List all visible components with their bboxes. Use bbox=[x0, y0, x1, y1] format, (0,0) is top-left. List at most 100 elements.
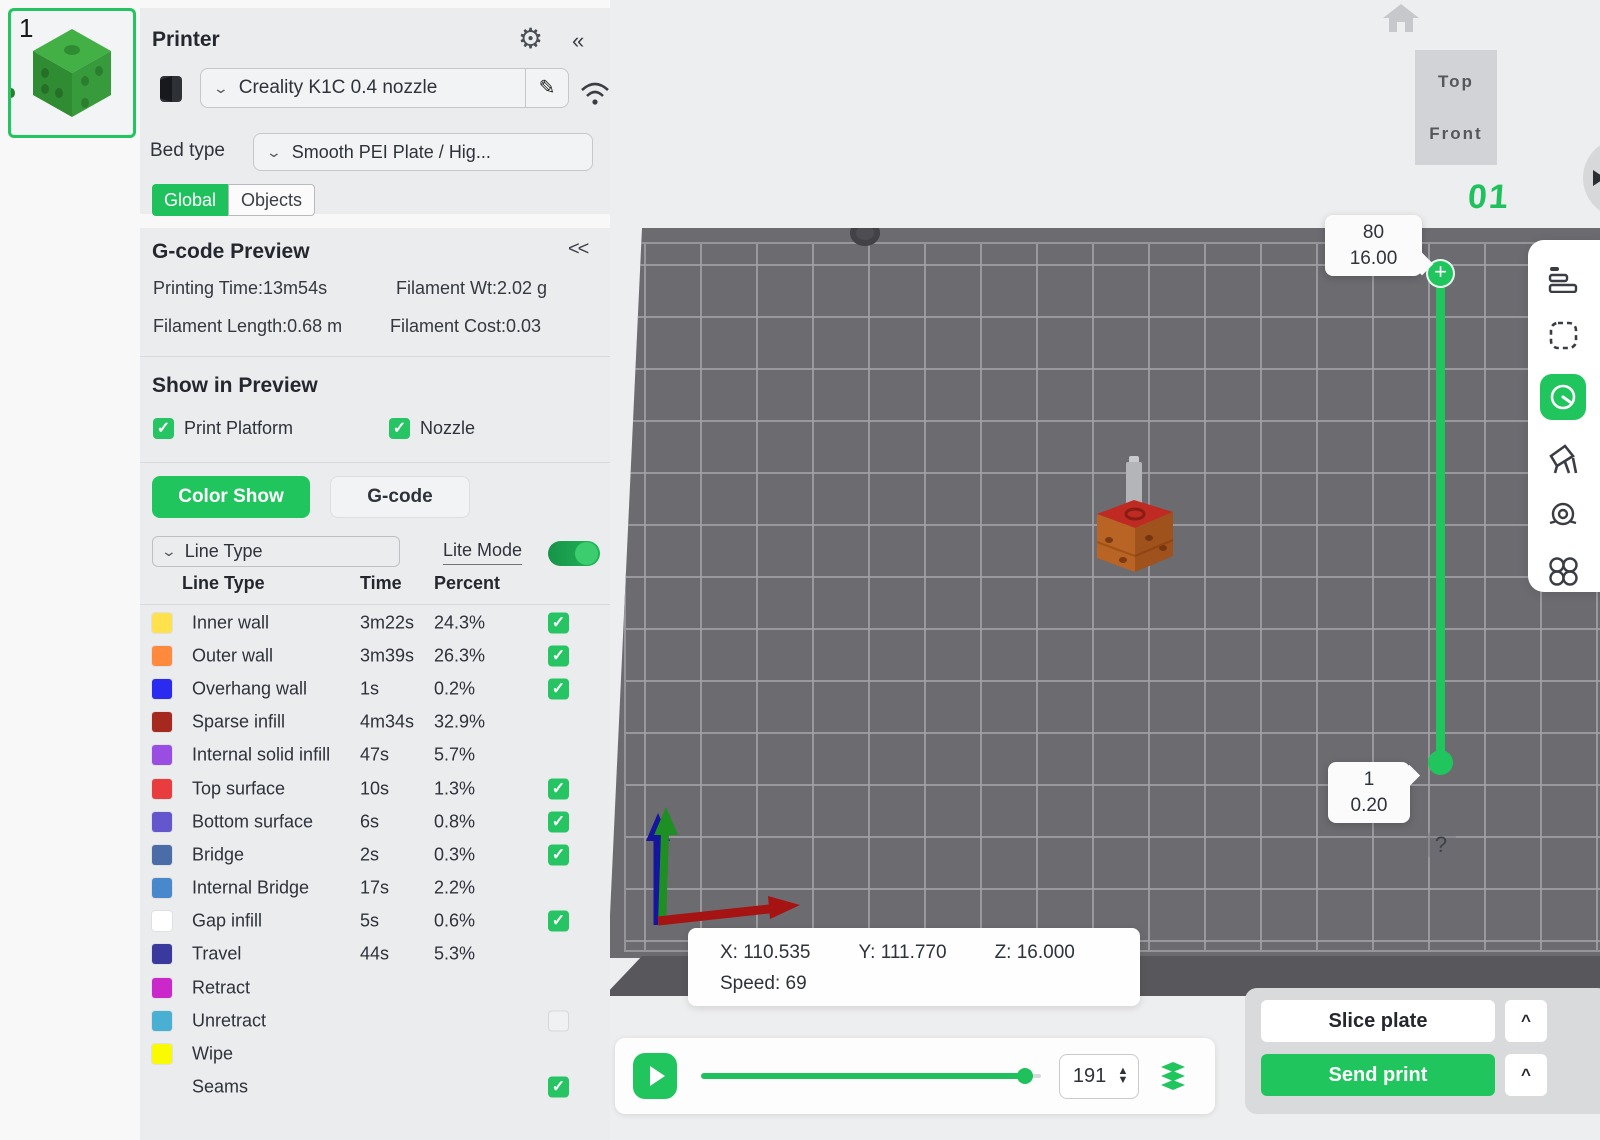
speed-preview-tool-icon[interactable] bbox=[1540, 374, 1586, 420]
layer-number-input[interactable] bbox=[1069, 1064, 1110, 1088]
plate-knob bbox=[850, 228, 880, 246]
home-icon[interactable] bbox=[1383, 2, 1419, 34]
layer-range-track[interactable] bbox=[1436, 272, 1445, 764]
table-row: Wipe bbox=[152, 1037, 592, 1070]
collapse-panel-icon[interactable]: « bbox=[572, 28, 584, 54]
table-row: Top surface 10s 1.3% bbox=[152, 772, 592, 805]
line-type-percent: 24.3% bbox=[434, 612, 486, 633]
line-type-label: Sparse infill bbox=[192, 711, 286, 732]
row-checkbox[interactable] bbox=[548, 1076, 569, 1098]
checkbox[interactable] bbox=[153, 418, 174, 439]
slice-plate-button[interactable]: Slice plate bbox=[1261, 1000, 1495, 1042]
line-color-swatch bbox=[152, 612, 172, 633]
send-print-button[interactable]: Send print bbox=[1261, 1054, 1495, 1096]
bottom-layer-height: 0.20 bbox=[1350, 794, 1388, 816]
table-row: Bridge 2s 0.3% bbox=[152, 838, 592, 871]
target-locate-tool-icon[interactable] bbox=[1540, 498, 1586, 532]
line-type-label: Outer wall bbox=[192, 645, 274, 666]
row-checkbox[interactable] bbox=[548, 910, 569, 932]
help-button[interactable]: ? bbox=[1424, 828, 1458, 862]
line-type-time: 2s bbox=[360, 844, 380, 865]
coord-x: X: 110.535 bbox=[720, 942, 811, 963]
line-color-swatch bbox=[152, 645, 172, 666]
select-region-tool-icon[interactable] bbox=[1540, 318, 1586, 352]
line-type-percent: 0.6% bbox=[434, 910, 476, 931]
action-panel: Slice plate ^ Send print ^ bbox=[1245, 988, 1600, 1114]
axes-gizmo-icon bbox=[646, 807, 800, 926]
printer-select[interactable]: ⌄ Creality K1C 0.4 nozzle bbox=[200, 68, 525, 108]
apps-clover-tool-icon[interactable] bbox=[1540, 554, 1586, 588]
play-button[interactable] bbox=[633, 1053, 677, 1099]
line-type-label: Internal Bridge bbox=[192, 877, 310, 898]
lite-mode-toggle[interactable] bbox=[548, 541, 600, 566]
row-checkbox[interactable] bbox=[548, 844, 569, 866]
line-color-swatch bbox=[152, 1044, 172, 1065]
gcode-view-button[interactable]: G-code bbox=[330, 476, 470, 518]
line-type-time: 10s bbox=[360, 778, 390, 799]
view-cube-top-face[interactable]: Top bbox=[1415, 72, 1497, 92]
progress-slider[interactable] bbox=[701, 1068, 1041, 1084]
row-checkbox[interactable] bbox=[548, 678, 569, 700]
plate-thumbnail[interactable]: 1 bbox=[7, 8, 136, 138]
layer-number-box: ▲ ▼ bbox=[1059, 1053, 1139, 1099]
view-cube[interactable]: Top Front bbox=[1415, 50, 1497, 165]
printer-panel: Printer ⚙ « ⌄ Creality K1C 0.4 nozzle ✎ … bbox=[140, 8, 612, 216]
checkbox[interactable] bbox=[389, 418, 410, 439]
line-type-label: Overhang wall bbox=[192, 678, 308, 699]
top-layer-number: 80 bbox=[1362, 222, 1385, 243]
row-checkbox[interactable] bbox=[548, 1010, 569, 1032]
line-color-swatch bbox=[152, 811, 172, 832]
playback-bar: ▲ ▼ bbox=[615, 1038, 1215, 1114]
layer-list-tool-icon[interactable] bbox=[1540, 262, 1586, 296]
stat-printing-time: Printing Time:13m54s bbox=[153, 278, 328, 298]
row-checkbox[interactable] bbox=[548, 645, 569, 667]
line-type-time: 6s bbox=[360, 811, 380, 832]
printed-model-dice[interactable] bbox=[1085, 450, 1185, 580]
table-row: Travel 44s 5.3% bbox=[152, 938, 592, 971]
pencil-icon: ✎ bbox=[538, 77, 556, 99]
printer-settings-gear-icon[interactable]: ⚙ bbox=[518, 22, 543, 55]
stepper-down-icon[interactable]: ▼ bbox=[1118, 1075, 1129, 1086]
view-cube-front-face[interactable]: Front bbox=[1415, 124, 1497, 144]
line-type-time: 4m34s bbox=[360, 711, 415, 732]
spotlight-tool-icon[interactable] bbox=[1540, 442, 1586, 476]
edit-printer-button[interactable]: ✎ bbox=[525, 68, 569, 108]
wifi-icon[interactable] bbox=[578, 78, 612, 106]
bed-type-select[interactable]: ⌄ Smooth PEI Plate / Hig... bbox=[253, 133, 593, 171]
row-checkbox[interactable] bbox=[548, 612, 569, 634]
toggle-knob bbox=[575, 542, 598, 565]
header-line-type: Line Type bbox=[182, 573, 265, 593]
line-color-swatch bbox=[152, 1077, 172, 1097]
nozzle-checkbox-row[interactable]: Nozzle bbox=[389, 418, 475, 439]
layer-top-tooltip: 80 16.00 bbox=[1325, 215, 1422, 277]
tab-global[interactable]: Global bbox=[152, 184, 229, 216]
line-type-label: Top surface bbox=[192, 778, 286, 799]
line-type-select[interactable]: ⌄ Line Type bbox=[152, 536, 400, 567]
layer-range-bottom-handle[interactable] bbox=[1428, 750, 1453, 775]
color-show-button[interactable]: Color Show bbox=[152, 476, 310, 518]
progress-handle[interactable] bbox=[1017, 1068, 1033, 1084]
table-row: Bottom surface 6s 0.8% bbox=[152, 805, 592, 838]
table-row: Sparse infill 4m34s 32.9% bbox=[152, 706, 592, 739]
tab-objects[interactable]: Objects bbox=[228, 184, 316, 216]
table-row: Overhang wall 1s 0.2% bbox=[152, 672, 592, 705]
bed-type-value: Smooth PEI Plate / Hig... bbox=[291, 141, 491, 162]
orbit-expand-button[interactable] bbox=[1583, 138, 1600, 218]
row-checkbox[interactable] bbox=[548, 811, 569, 833]
line-type-label: Seams bbox=[192, 1076, 249, 1097]
collapse-gcode-icon[interactable]: << bbox=[568, 238, 589, 261]
line-color-swatch bbox=[152, 977, 172, 998]
layers-stack-icon[interactable] bbox=[1155, 1058, 1191, 1094]
print-platform-checkbox-row[interactable]: Print Platform bbox=[153, 418, 293, 439]
row-checkbox[interactable] bbox=[548, 778, 569, 800]
send-options-button[interactable]: ^ bbox=[1505, 1054, 1547, 1096]
coords-info-box: X: 110.535 Y: 111.770 Z: 16.000 Speed: 6… bbox=[688, 928, 1140, 1006]
right-toolbar bbox=[1528, 240, 1600, 592]
viewport-3d[interactable]: + 80 16.00 1 0.20 ? Top Front 01 X: 110.… bbox=[604, 0, 1600, 1140]
layer-stepper[interactable]: ▲ ▼ bbox=[1118, 1066, 1129, 1086]
coord-y: Y: 111.770 bbox=[858, 942, 947, 963]
line-color-swatch bbox=[152, 911, 172, 932]
printer-device-icon bbox=[160, 76, 182, 102]
slice-options-button[interactable]: ^ bbox=[1505, 1000, 1547, 1042]
lite-mode-label: Lite Mode bbox=[443, 540, 523, 565]
